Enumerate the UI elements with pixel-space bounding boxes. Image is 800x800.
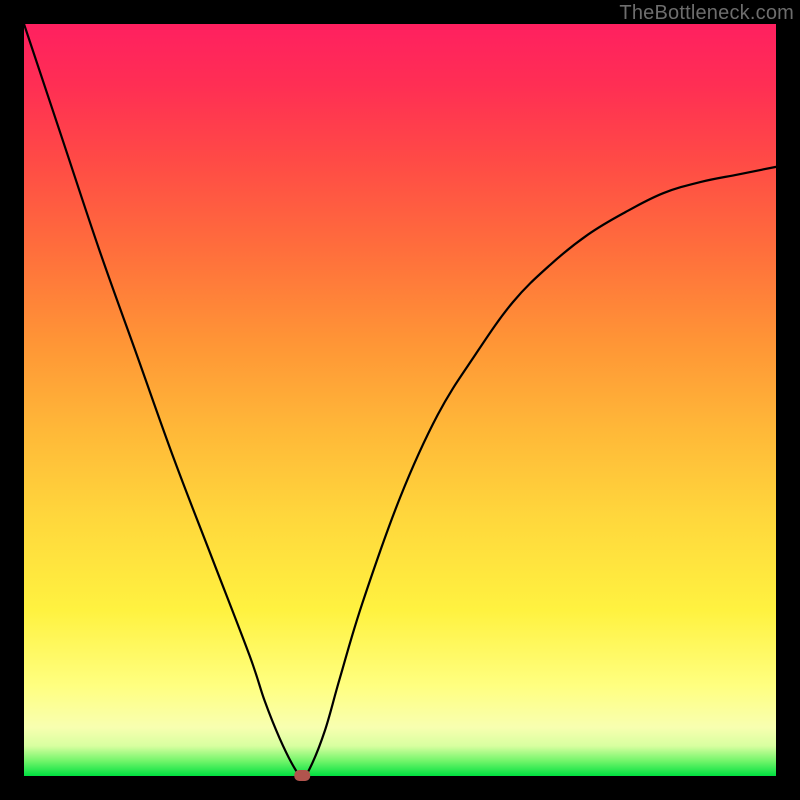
bottleneck-curve (24, 24, 776, 776)
chart-svg (24, 24, 776, 776)
chart-frame: TheBottleneck.com (0, 0, 800, 800)
watermark-text: TheBottleneck.com (619, 2, 794, 25)
optimal-point-marker (294, 770, 310, 781)
